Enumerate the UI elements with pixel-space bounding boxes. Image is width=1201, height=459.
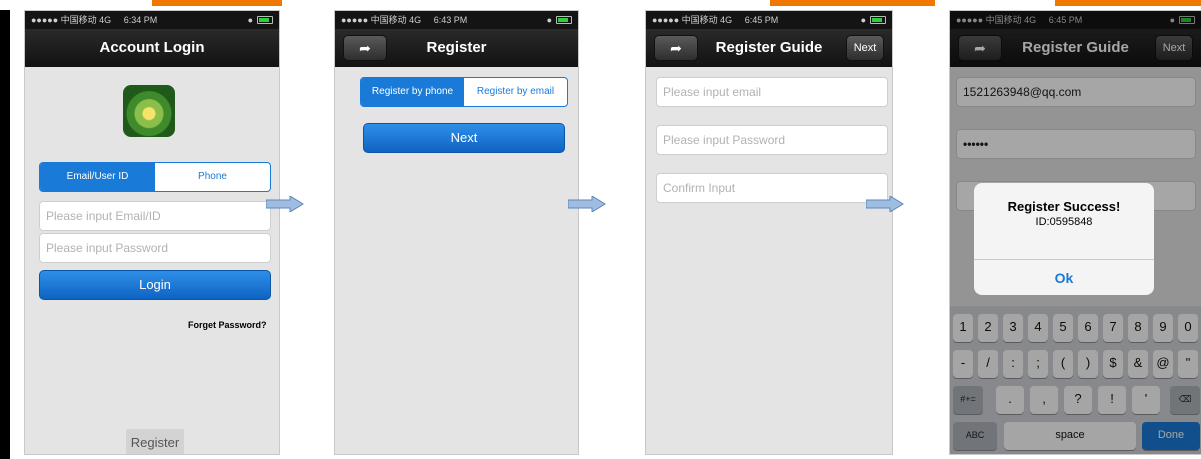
left-border (0, 10, 10, 459)
password-field[interactable]: Please input Password (39, 233, 271, 263)
register-type-tabs: Register by phone Register by email (360, 77, 568, 107)
caption-strip (770, 0, 935, 6)
tab-register-by-phone[interactable]: Register by phone (361, 78, 464, 106)
page-title: Register Guide (715, 39, 823, 56)
back-arrow-icon: ➦ (670, 40, 682, 56)
next-button[interactable]: Next (846, 35, 884, 61)
carrier-text: ●●●●● 中国移动 4G (31, 15, 112, 25)
carrier-text: ●●●●● 中国移动 4G (652, 15, 733, 25)
alert-ok-button[interactable]: Ok (974, 259, 1154, 295)
root: ●●●●● 中国移动 4G 6:34 PM ● Account Login Em… (0, 0, 1201, 459)
status-time: 6:45 PM (744, 15, 779, 25)
back-button[interactable]: ➦ (343, 35, 387, 61)
navbar: ➦ Register Guide Next (646, 29, 892, 67)
tab-email-user-id[interactable]: Email/User ID (40, 163, 155, 191)
flow-arrow-icon (866, 196, 904, 212)
flow-arrow-icon (266, 196, 304, 212)
tab-phone[interactable]: Phone (155, 163, 270, 191)
flow-arrow-icon (568, 196, 606, 212)
battery-icon (870, 16, 886, 24)
page-title: Account Login (99, 39, 205, 56)
navbar: ➦ Register (335, 29, 578, 67)
battery-icon (257, 16, 273, 24)
page-title: Register (426, 39, 487, 56)
status-bar: ●●●●● 中国移动 4G 6:34 PM ● (25, 11, 279, 29)
alert-title: Register Success! (1007, 199, 1121, 214)
alert-message: ID:0595848 (1035, 216, 1093, 228)
status-time: 6:43 PM (433, 15, 468, 25)
confirm-password-field[interactable]: Confirm Input (656, 173, 888, 203)
status-time: 6:34 PM (123, 15, 158, 25)
lock-icon: ● (247, 15, 253, 25)
email-field[interactable]: Please input email (656, 77, 888, 107)
battery-icon (556, 16, 572, 24)
screen-register: ●●●●● 中国移动 4G 6:43 PM ● ➦ Register Regis… (334, 10, 579, 455)
login-type-tabs: Email/User ID Phone (39, 162, 271, 192)
password-field[interactable]: Please input Password (656, 125, 888, 155)
screen-register-success: ●●●●● 中国移动 4G 6:45 PM ● ➦ Register Guide… (949, 10, 1201, 455)
email-field[interactable]: Please input Email/ID (39, 201, 271, 231)
register-button[interactable]: Register (126, 429, 184, 454)
navbar: Account Login (25, 29, 279, 67)
back-arrow-icon: ➦ (359, 40, 371, 56)
forgot-password-link[interactable]: Forget Password? (188, 320, 267, 330)
status-bar: ●●●●● 中国移动 4G 6:45 PM ● (646, 11, 892, 29)
tab-register-by-email[interactable]: Register by email (464, 78, 567, 106)
status-bar: ●●●●● 中国移动 4G 6:43 PM ● (335, 11, 578, 29)
carrier-text: ●●●●● 中国移动 4G (341, 15, 422, 25)
alert-dialog: Register Success! ID:0595848 Ok (974, 183, 1154, 295)
login-button[interactable]: Login (39, 270, 271, 300)
caption-strip (1055, 0, 1201, 6)
lock-icon: ● (860, 15, 866, 25)
screen-account-login: ●●●●● 中国移动 4G 6:34 PM ● Account Login Em… (24, 10, 280, 455)
lock-icon: ● (546, 15, 552, 25)
next-button[interactable]: Next (363, 123, 565, 153)
back-button[interactable]: ➦ (654, 35, 698, 61)
screen-register-guide: ●●●●● 中国移动 4G 6:45 PM ● ➦ Register Guide… (645, 10, 893, 455)
caption-strip (152, 0, 282, 6)
app-logo-icon (123, 85, 175, 137)
